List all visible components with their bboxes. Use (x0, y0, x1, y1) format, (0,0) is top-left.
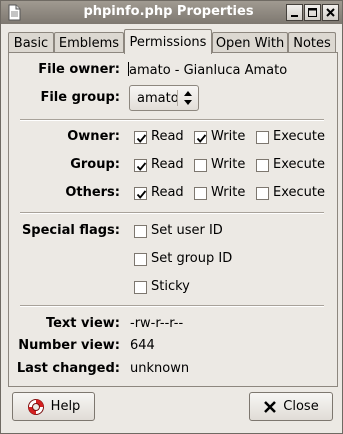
others-write-label[interactable]: Write (211, 185, 245, 200)
close-button-label: Close (283, 399, 319, 414)
properties-window: phpinfo.php Properties Basic Emblems Per… (0, 0, 343, 434)
tab-basic[interactable]: Basic (8, 32, 54, 53)
maximize-button[interactable] (304, 4, 321, 21)
set-group-id-label[interactable]: Set group ID (151, 251, 232, 266)
minimize-button[interactable] (286, 4, 303, 21)
owner-read-label[interactable]: Read (151, 129, 184, 144)
updown-arrows-icon (184, 91, 192, 105)
separator (20, 212, 324, 214)
file-group-select[interactable]: amato (129, 85, 199, 111)
tab-emblems[interactable]: Emblems (54, 32, 124, 53)
file-group-value: amato (137, 90, 179, 106)
last-changed-label: Last changed: (16, 361, 120, 376)
owner-execute-checkbox[interactable] (256, 131, 269, 144)
others-execute-checkbox[interactable] (256, 187, 269, 200)
separator (20, 119, 324, 121)
number-view-label: Number view: (18, 338, 120, 353)
lifebuoy-icon (27, 398, 44, 415)
text-view-label: Text view: (45, 316, 120, 331)
close-button[interactable]: Close (249, 392, 333, 421)
text-view-value: -rw-r--r-- (130, 316, 184, 331)
combo-divider (177, 90, 178, 106)
window-title: phpinfo.php Properties (83, 4, 254, 19)
owner-perm-label: Owner: (67, 129, 120, 144)
minimize-icon (291, 15, 298, 17)
group-write-label[interactable]: Write (211, 157, 245, 172)
group-read-checkbox[interactable] (134, 159, 147, 172)
help-button-label: Help (50, 399, 81, 414)
sticky-label[interactable]: Sticky (151, 279, 190, 294)
others-read-label[interactable]: Read (151, 185, 184, 200)
file-owner-value[interactable]: amato - Gianluca Amato (128, 62, 287, 78)
checkmark-icon (136, 134, 147, 143)
group-write-checkbox[interactable] (194, 159, 207, 172)
file-owner-label: File owner: (38, 62, 120, 77)
file-icon (8, 4, 21, 21)
file-owner-text: amato - Gianluca Amato (129, 63, 288, 78)
owner-execute-label[interactable]: Execute (273, 129, 325, 144)
set-user-id-checkbox[interactable] (134, 225, 147, 238)
set-user-id-label[interactable]: Set user ID (151, 223, 223, 238)
others-read-checkbox[interactable] (134, 187, 147, 200)
tab-notes[interactable]: Notes (288, 32, 336, 53)
sticky-checkbox[interactable] (134, 281, 147, 294)
owner-read-checkbox[interactable] (134, 131, 147, 144)
checkmark-icon (136, 190, 147, 199)
number-view-value: 644 (130, 338, 155, 353)
group-read-label[interactable]: Read (151, 157, 184, 172)
tab-bar: Basic Emblems Permissions Open With Note… (8, 29, 338, 54)
others-write-checkbox[interactable] (194, 187, 207, 200)
group-perm-label: Group: (70, 157, 120, 172)
owner-write-checkbox[interactable] (194, 131, 207, 144)
checkmark-icon (196, 134, 207, 143)
owner-write-label[interactable]: Write (211, 129, 245, 144)
tab-open-with[interactable]: Open With (212, 32, 288, 53)
others-execute-label[interactable]: Execute (273, 185, 325, 200)
file-group-label: File group: (40, 90, 120, 105)
close-icon (326, 8, 335, 17)
maximize-icon (308, 8, 317, 17)
group-execute-checkbox[interactable] (256, 159, 269, 172)
titlebar[interactable]: phpinfo.php Properties (1, 1, 342, 24)
close-window-button[interactable] (322, 4, 339, 21)
last-changed-value: unknown (130, 361, 190, 376)
separator (20, 305, 324, 307)
help-button[interactable]: Help (12, 392, 95, 421)
special-flags-label: Special flags: (21, 223, 120, 238)
tab-permissions[interactable]: Permissions (124, 29, 212, 54)
others-perm-label: Others: (65, 185, 120, 200)
checkmark-icon (136, 162, 147, 171)
x-icon (264, 400, 277, 413)
group-execute-label[interactable]: Execute (273, 157, 325, 172)
set-group-id-checkbox[interactable] (134, 253, 147, 266)
